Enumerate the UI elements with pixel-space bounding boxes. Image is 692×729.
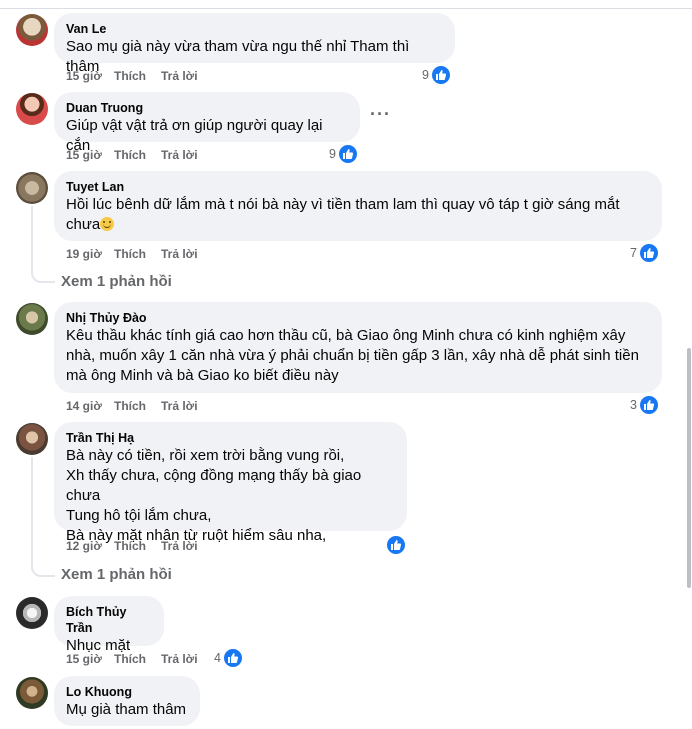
- smile-emoji-icon: [100, 217, 115, 231]
- comment-text: Hồi lúc bênh dữ lắm mà t nói bà này vì t…: [66, 196, 620, 213]
- view-replies-link[interactable]: Xem 1 phản hồi: [61, 566, 172, 583]
- thread-connector: [31, 266, 55, 283]
- reply-button[interactable]: Trả lời: [161, 69, 198, 83]
- comment-author[interactable]: Bích Thủy Trần: [66, 604, 152, 636]
- like-button[interactable]: Thích: [114, 247, 146, 261]
- reaction-count[interactable]: 4: [214, 651, 221, 665]
- reply-button[interactable]: Trả lời: [161, 652, 198, 666]
- avatar[interactable]: [16, 597, 48, 629]
- avatar[interactable]: [16, 14, 48, 46]
- comment-time[interactable]: 19 giờ: [66, 247, 102, 261]
- comment-bubble: Bích Thủy Trần Nhục mặt: [54, 596, 164, 654]
- comment-text: Tung hô tội lắm chưa,: [66, 507, 212, 524]
- like-reaction-icon[interactable]: [638, 242, 660, 264]
- comment-text: Giúp vật vật trả ơn giúp người quay lại …: [66, 117, 323, 154]
- reaction-count[interactable]: 3: [630, 398, 637, 412]
- reaction-count[interactable]: 7: [630, 246, 637, 260]
- avatar[interactable]: [16, 677, 48, 709]
- reply-button[interactable]: Trả lời: [161, 399, 198, 413]
- scrollbar[interactable]: [684, 8, 692, 729]
- comment-bubble: Trần Thị Hạ Bà này có tiền, rồi xem trời…: [54, 422, 407, 544]
- comment-bubble: Lo Khuong Mụ già tham thâm: [54, 676, 200, 726]
- comment-bubble: Van Le Sao mụ già này vừa tham vừa ngu t…: [54, 13, 455, 75]
- like-reaction-icon[interactable]: [385, 534, 407, 556]
- like-button[interactable]: Thích: [114, 69, 146, 83]
- avatar[interactable]: [16, 423, 48, 455]
- reply-button[interactable]: Trả lời: [161, 148, 198, 162]
- avatar[interactable]: [16, 172, 48, 204]
- like-button[interactable]: Thích: [114, 148, 146, 162]
- avatar[interactable]: [16, 303, 48, 335]
- comment-author[interactable]: Nhị Thủy Đào: [66, 310, 650, 326]
- comment-bubble: Duan Truong Giúp vật vật trả ơn giúp ngư…: [54, 92, 360, 154]
- comment-author[interactable]: Duan Truong: [66, 100, 348, 116]
- top-divider: [0, 0, 692, 9]
- comment-time[interactable]: 12 giờ: [66, 539, 102, 553]
- comment-text: mà ông Minh và bà Giao ko biết điều này: [66, 367, 339, 384]
- comment-time[interactable]: 15 giờ: [66, 69, 102, 83]
- reply-button[interactable]: Trả lời: [161, 539, 198, 553]
- like-reaction-icon[interactable]: [430, 64, 452, 86]
- like-reaction-icon[interactable]: [638, 394, 660, 416]
- more-options-icon[interactable]: ···: [370, 104, 391, 125]
- comment-author[interactable]: Van Le: [66, 21, 443, 37]
- comment-author[interactable]: Trần Thị Hạ: [66, 430, 395, 446]
- comment-author[interactable]: Tuyet Lan: [66, 179, 650, 195]
- like-reaction-icon[interactable]: [337, 143, 359, 165]
- comment-text: chưa: [66, 215, 650, 235]
- like-reaction-icon[interactable]: [222, 647, 244, 669]
- comment-text: nhà, muốn xây 1 căn nhà vừa ý phải chuẩn…: [66, 347, 639, 364]
- reaction-count[interactable]: 9: [422, 68, 429, 82]
- reaction-count[interactable]: 9: [329, 147, 336, 161]
- thread-connector: [31, 560, 55, 577]
- thread-connector: [31, 457, 33, 562]
- comment-bubble: Nhị Thủy Đào Kêu thầu khác tính giá cao …: [54, 302, 662, 393]
- comment-bubble: Tuyet Lan Hồi lúc bênh dữ lắm mà t nói b…: [54, 171, 662, 241]
- comment-text: Mụ già tham thâm: [66, 701, 187, 718]
- scrollbar-thumb[interactable]: [687, 348, 691, 588]
- comment-author[interactable]: Lo Khuong: [66, 684, 188, 700]
- view-replies-link[interactable]: Xem 1 phản hồi: [61, 273, 172, 290]
- like-button[interactable]: Thích: [114, 652, 146, 666]
- comment-text: Bà này có tiền, rồi xem trời bằng vung r…: [66, 447, 345, 464]
- avatar[interactable]: [16, 93, 48, 125]
- like-button[interactable]: Thích: [114, 539, 146, 553]
- comment-text: Kêu thầu khác tính giá cao hơn thầu cũ, …: [66, 327, 626, 344]
- comment-time[interactable]: 15 giờ: [66, 148, 102, 162]
- comment-time[interactable]: 14 giờ: [66, 399, 102, 413]
- reply-button[interactable]: Trả lời: [161, 247, 198, 261]
- comment-text: Xh thấy chưa, cộng đồng mạng thấy bà gia…: [66, 467, 362, 504]
- thread-connector: [31, 206, 33, 268]
- comment-time[interactable]: 15 giờ: [66, 652, 102, 666]
- like-button[interactable]: Thích: [114, 399, 146, 413]
